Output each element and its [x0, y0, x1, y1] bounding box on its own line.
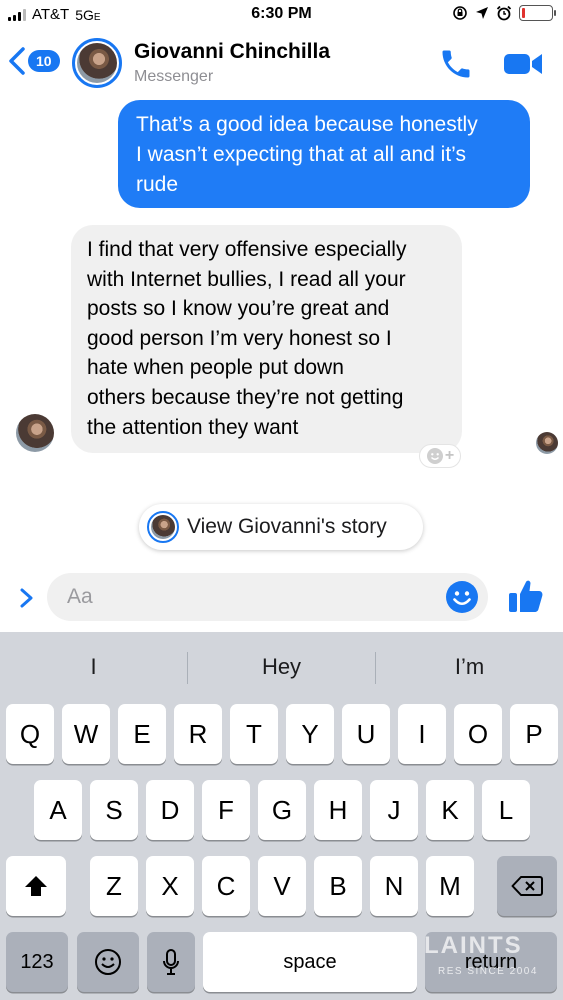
contact-subtitle: Messenger	[134, 68, 214, 85]
read-receipt-avatar-image	[536, 432, 558, 454]
key-q[interactable]: Q	[6, 704, 54, 764]
smiley-reaction-icon	[426, 448, 443, 464]
incoming-message-bubble[interactable]: I find that very offensive especially wi…	[71, 225, 462, 453]
read-receipt-avatar	[536, 432, 558, 454]
message-line: I wasn’t expecting that at all and it’s	[136, 143, 466, 166]
key-f[interactable]: F	[202, 780, 250, 840]
message-line: good person I’m very honest so I	[87, 326, 392, 350]
battery-fill	[522, 8, 526, 18]
outgoing-message-bubble[interactable]: That’s a good idea because honestly I wa…	[118, 100, 530, 208]
phone-icon	[442, 50, 470, 78]
voice-call-button[interactable]	[438, 46, 474, 82]
key-b[interactable]: B	[314, 856, 362, 916]
contact-avatar-image	[77, 43, 117, 83]
video-call-button[interactable]	[502, 48, 544, 80]
key-h[interactable]: H	[314, 780, 362, 840]
video-camera-icon	[504, 54, 542, 74]
shift-icon	[25, 876, 47, 896]
key-p[interactable]: P	[510, 704, 558, 764]
shift-key[interactable]	[6, 856, 66, 916]
thumbs-up-icon	[509, 580, 543, 612]
key-e[interactable]: E	[118, 704, 166, 764]
unread-count-badge: 10	[28, 50, 60, 72]
message-line: the attention they want	[87, 415, 299, 439]
message-line: posts so I know you’re great and	[87, 297, 390, 321]
key-z[interactable]: Z	[90, 856, 138, 916]
location-arrow-icon	[476, 7, 488, 19]
screen-rotation-lock-icon	[453, 6, 467, 20]
space-key[interactable]: space	[203, 932, 417, 992]
key-m[interactable]: M	[426, 856, 474, 916]
status-bar: AT&T 5GE 6:30 PM	[0, 0, 563, 30]
key-v[interactable]: V	[258, 856, 306, 916]
key-y[interactable]: Y	[286, 704, 334, 764]
conversation-header: 10 Giovanni Chinchilla Messenger	[0, 30, 563, 96]
microphone-icon	[163, 949, 179, 975]
key-j[interactable]: J	[370, 780, 418, 840]
plus-icon: +	[444, 447, 455, 464]
sender-avatar-image	[16, 414, 54, 452]
key-s[interactable]: S	[90, 780, 138, 840]
alarm-icon	[496, 5, 512, 21]
key-l[interactable]: L	[482, 780, 530, 840]
key-g[interactable]: G	[258, 780, 306, 840]
contact-name[interactable]: Giovanni Chinchilla	[134, 40, 330, 64]
emoji-keyboard-key[interactable]	[77, 932, 139, 992]
status-right	[452, 5, 556, 21]
like-button[interactable]	[506, 576, 546, 616]
emoji-icon	[446, 581, 478, 613]
watermark-subtext: RES SINCE 2004	[438, 966, 538, 977]
prediction-suggestion[interactable]: I	[0, 654, 187, 680]
predictive-bar: I Hey I’m	[0, 632, 563, 704]
key-w[interactable]: W	[62, 704, 110, 764]
prediction-suggestion[interactable]: I’m	[376, 654, 563, 680]
backspace-key[interactable]	[497, 856, 557, 916]
battery-icon	[519, 5, 556, 21]
watermark-text: LAINTS	[424, 932, 523, 959]
key-u[interactable]: U	[342, 704, 390, 764]
key-i[interactable]: I	[398, 704, 446, 764]
back-chevron-icon	[9, 47, 25, 75]
backspace-icon	[511, 876, 543, 896]
emoji-keyboard-icon	[95, 949, 121, 975]
emoji-button[interactable]	[445, 580, 479, 614]
numbers-key[interactable]: 123	[6, 932, 68, 992]
prediction-suggestion[interactable]: Hey	[188, 654, 375, 680]
key-x[interactable]: X	[146, 856, 194, 916]
key-d[interactable]: D	[146, 780, 194, 840]
key-c[interactable]: C	[202, 856, 250, 916]
add-reaction-button[interactable]: +	[419, 444, 461, 468]
view-story-button[interactable]: View Giovanni's story	[139, 504, 423, 550]
key-r[interactable]: R	[174, 704, 222, 764]
view-story-label: View Giovanni's story	[187, 515, 387, 538]
story-avatar-image	[151, 515, 175, 539]
key-k[interactable]: K	[426, 780, 474, 840]
message-line: hate when people put down	[87, 356, 344, 380]
key-n[interactable]: N	[370, 856, 418, 916]
key-o[interactable]: O	[454, 704, 502, 764]
back-button[interactable]: 10	[8, 46, 60, 76]
contact-avatar[interactable]	[72, 38, 122, 88]
message-input[interactable]	[47, 573, 488, 621]
message-line: with Internet bullies, I read all your	[87, 267, 406, 291]
message-line: I find that very offensive especially	[87, 238, 407, 261]
message-line: rude	[136, 173, 179, 196]
story-avatar	[147, 511, 179, 543]
message-line: That’s a good idea because honestly	[136, 113, 478, 136]
dictation-key[interactable]	[147, 932, 195, 992]
key-a[interactable]: A	[34, 780, 82, 840]
sender-avatar[interactable]	[16, 414, 54, 452]
expand-chevron-icon	[20, 588, 33, 608]
message-line: others because they’re not getting	[87, 385, 404, 409]
key-t[interactable]: T	[230, 704, 278, 764]
composer-expand-button[interactable]	[14, 584, 38, 612]
